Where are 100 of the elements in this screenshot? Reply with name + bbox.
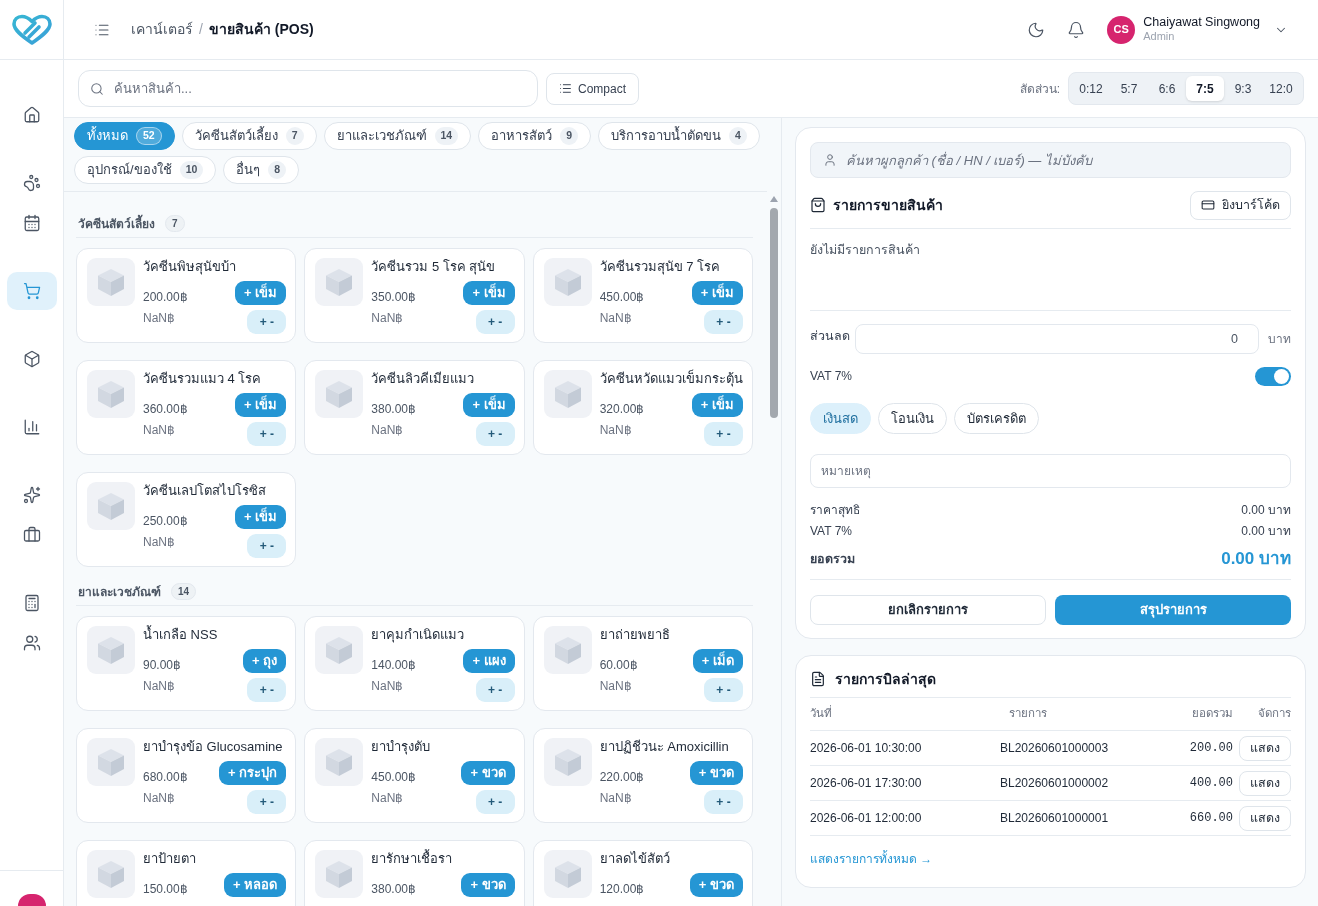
view-bill-button[interactable]: แสดง [1239, 805, 1291, 831]
quantity-button[interactable]: + - [247, 310, 287, 334]
cube-icon [315, 370, 364, 418]
bill-number: BL20260601000001 [1000, 810, 1110, 827]
product-stock: NaN฿ [371, 422, 405, 438]
view-bill-button[interactable]: แสดง [1239, 735, 1291, 761]
barcode-button[interactable]: ยิงบาร์โค้ด [1190, 190, 1291, 220]
cube-icon [315, 738, 364, 786]
scrollbar-thumb[interactable] [770, 208, 778, 418]
column-header: วันที่ [810, 705, 833, 722]
quantity-button[interactable]: + - [704, 790, 743, 814]
product-name: วัคซีนพิษสุนัขบ้า [143, 258, 237, 276]
product-card[interactable]: วัคซีนรวม 5 โรค สุนัข 350.00฿ NaN฿ + เข็ม + - [304, 248, 525, 343]
breadcrumb-link[interactable]: เคาน์เตอร์ [131, 19, 193, 40]
ratio-option[interactable]: 5:7 [1110, 76, 1148, 101]
bell-icon[interactable] [1067, 20, 1086, 39]
page-title: ขายสินค้า (POS) [208, 20, 314, 39]
quantity-button[interactable]: + - [475, 310, 515, 334]
product-card[interactable]: วัคซีนหวัดแมวเข็มกระตุ้น 320.00฿ NaN฿ + เข็ม + - [532, 360, 753, 455]
category-chip[interactable]: ยาและเวชภัณฑ์ 14 [323, 122, 472, 150]
vat-toggle[interactable] [1255, 366, 1291, 386]
search-field[interactable]: ค้นหาสินค้า... [78, 70, 538, 107]
quantity-button[interactable]: + - [247, 534, 287, 558]
payment-method-chip[interactable]: โอนเงิน [878, 403, 947, 434]
category-chip[interactable]: อุปกรณ์/ของใช้ 10 [74, 156, 217, 184]
product-name: ยารักษาเชื้อรา [371, 850, 454, 868]
section-count: 14 [171, 583, 197, 600]
product-card[interactable]: วัคซีนเลปโตสไปโรซิส 250.00฿ NaN฿ + เข็ม + - [76, 472, 297, 567]
moon-icon[interactable] [1027, 20, 1046, 39]
category-chip[interactable]: อาหารสัตว์ 9 [478, 122, 592, 150]
ratio-option[interactable]: 12:0 [1262, 76, 1300, 101]
view-all-link[interactable]: แสดงรายการทั้งหมด → [810, 849, 933, 868]
ratio-option[interactable]: 9:3 [1224, 76, 1262, 101]
product-name: วัคซีนเลปโตสไปโรซิส [143, 482, 267, 500]
product-stock: NaN฿ [599, 422, 633, 438]
quantity-button[interactable]: + - [475, 790, 515, 814]
category-label: อื่นๆ [236, 160, 261, 180]
ratio-option[interactable]: 6:6 [1148, 76, 1186, 101]
note-field[interactable]: หมายเหตุ [810, 454, 1291, 488]
product-card[interactable]: ยารักษาเชื้อรา 380.00฿ + ขวด [304, 840, 525, 906]
payment-method-chip[interactable]: เงินสด [810, 403, 871, 434]
empty-cart-text: ยังไม่มีรายการสินค้า [810, 243, 920, 257]
discount-unit: บาท [1268, 331, 1291, 348]
quantity-button[interactable]: + - [704, 678, 743, 702]
product-name: ยาปฏิชีวนะ Amoxicillin [599, 738, 730, 756]
product-price: 450.00฿ [599, 289, 645, 305]
product-card[interactable]: ยาคุมกำเนิดแมว 140.00฿ NaN฿ + แผง + - [304, 616, 525, 711]
product-card[interactable]: วัคซีนรวมแมว 4 โรค 360.00฿ NaN฿ + เข็ม + - [76, 360, 297, 455]
quantity-button[interactable]: + - [247, 790, 287, 814]
product-name: ยาป้ายตา [143, 850, 197, 868]
section-title: ยาและเวชภัณฑ์ [77, 583, 161, 601]
summary-label: VAT 7% [810, 523, 853, 540]
product-card[interactable]: ยาถ่ายพยาธิ 60.00฿ NaN฿ + เม็ด + - [532, 616, 753, 711]
product-price: 320.00฿ [599, 401, 645, 417]
product-card[interactable]: ยาปฏิชีวนะ Amoxicillin 220.00฿ NaN฿ + ขวด + - [532, 728, 753, 823]
person-icon [823, 153, 837, 167]
quantity-button[interactable]: + - [247, 422, 287, 446]
payment-method-chip[interactable]: บัตรเครดิต [954, 403, 1039, 434]
user-avatar[interactable]: CS [1107, 15, 1136, 44]
product-price: 450.00฿ [371, 769, 417, 785]
column-header: ยอดรวม [1191, 706, 1233, 722]
product-card[interactable]: น้ำเกลือ NSS 90.00฿ NaN฿ + ถุง + - [76, 616, 297, 711]
category-chip[interactable]: วัคซีนสัตว์เลี้ยง 7 [181, 122, 317, 150]
cube-icon [87, 370, 135, 418]
quantity-button[interactable]: + - [475, 678, 515, 702]
category-chip[interactable]: บริการอาบน้ำตัดขน 4 [598, 122, 760, 150]
product-name: น้ำเกลือ NSS [143, 626, 219, 644]
ratio-option[interactable]: 7:5 [1186, 76, 1224, 101]
product-name: ยาคุมกำเนิดแมว [371, 626, 466, 644]
view-bill-button[interactable]: แสดง [1239, 770, 1291, 796]
product-card[interactable]: ยาบำรุงตับ 450.00฿ NaN฿ + ขวด + - [304, 728, 525, 823]
product-card[interactable]: วัคซีนรวมสุนัข 7 โรค 450.00฿ NaN฿ + เข็ม + - [532, 248, 753, 343]
cube-icon [543, 370, 592, 418]
category-chip[interactable]: อื่นๆ 8 [223, 156, 300, 184]
cart-icon [22, 282, 41, 300]
category-count: 4 [729, 127, 747, 145]
discount-input[interactable]: 0 [855, 324, 1259, 354]
product-card[interactable]: ยาลดไข้สัตว์ 120.00฿ + ขวด [532, 840, 753, 906]
cancel-button[interactable]: ยกเลิกรายการ [810, 595, 1046, 625]
quantity-button[interactable]: + - [704, 310, 743, 334]
ratio-option[interactable]: 0:12 [1072, 76, 1110, 101]
product-card[interactable]: วัคซีนพิษสุนัขบ้า 200.00฿ NaN฿ + เข็ม + - [76, 248, 297, 343]
product-stock: NaN฿ [599, 310, 633, 326]
product-price: 60.00฿ [599, 657, 638, 673]
product-card[interactable]: ยาบำรุงข้อ Glucosamine 680.00฿ NaN฿ + กระปุก + - [76, 728, 297, 823]
quantity-button[interactable]: + - [247, 678, 287, 702]
document-icon [810, 671, 826, 687]
product-card[interactable]: วัคซีนลิวคีเมียแมว 380.00฿ NaN฿ + เข็ม + - [304, 360, 525, 455]
customer-search-field[interactable]: ค้นหาผูกลูกค้า (ชื่อ / HN / เบอร์) — ไม่บังคับ [810, 142, 1291, 178]
category-count: 9 [560, 127, 579, 145]
product-price: 380.00฿ [371, 881, 417, 897]
product-card[interactable]: ยาป้ายตา 150.00฿ + หลอด [76, 840, 297, 906]
category-label: อุปกรณ์/ของใช้ [87, 161, 172, 180]
compact-view-button[interactable]: Compact [546, 72, 640, 105]
quantity-button[interactable]: + - [704, 422, 743, 446]
product-name: วัคซีนรวม 5 โรค สุนัข [371, 258, 497, 276]
bill-date: 2026-06-01 12:00:00 [810, 810, 923, 827]
quantity-button[interactable]: + - [475, 422, 515, 446]
product-name: วัคซีนลิวคีเมียแมว [371, 370, 476, 388]
cube-icon [315, 626, 364, 674]
